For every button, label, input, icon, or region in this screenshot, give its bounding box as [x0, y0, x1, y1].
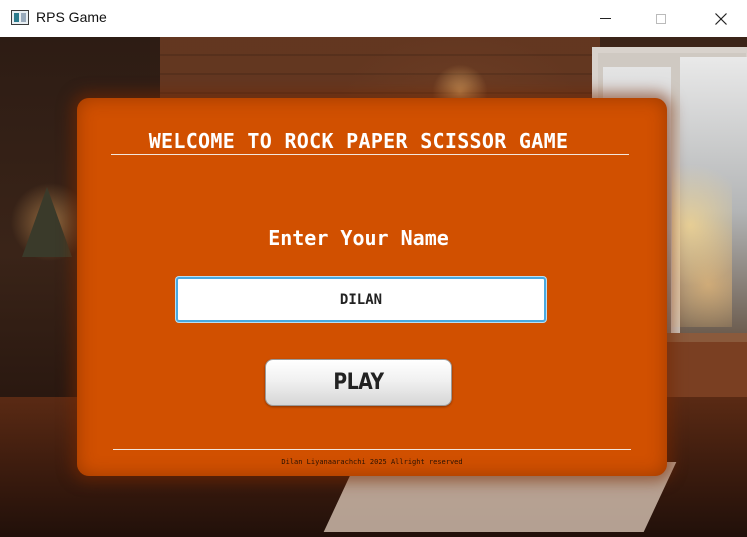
maximize-button — [638, 0, 684, 37]
window-titlebar: RPS Game — [0, 0, 747, 37]
footer-divider — [113, 449, 631, 450]
minimize-button[interactable] — [582, 0, 628, 37]
minimize-icon — [599, 18, 611, 19]
footer-credit: Dilan Liyanaarachchi 2025 Allright reser… — [281, 458, 463, 466]
close-button[interactable] — [698, 0, 744, 37]
name-input[interactable] — [176, 277, 546, 322]
app-icon — [11, 10, 29, 25]
window-title: RPS Game — [36, 9, 107, 25]
play-button-label: PLAY — [333, 370, 384, 395]
close-icon — [715, 12, 727, 25]
name-prompt-label: Enter Your Name — [268, 226, 449, 250]
play-button[interactable]: PLAY — [265, 359, 452, 406]
heading-divider — [111, 154, 629, 155]
maximize-icon — [656, 13, 666, 24]
welcome-heading: WELCOME TO ROCK PAPER SCISSOR GAME — [148, 129, 569, 153]
